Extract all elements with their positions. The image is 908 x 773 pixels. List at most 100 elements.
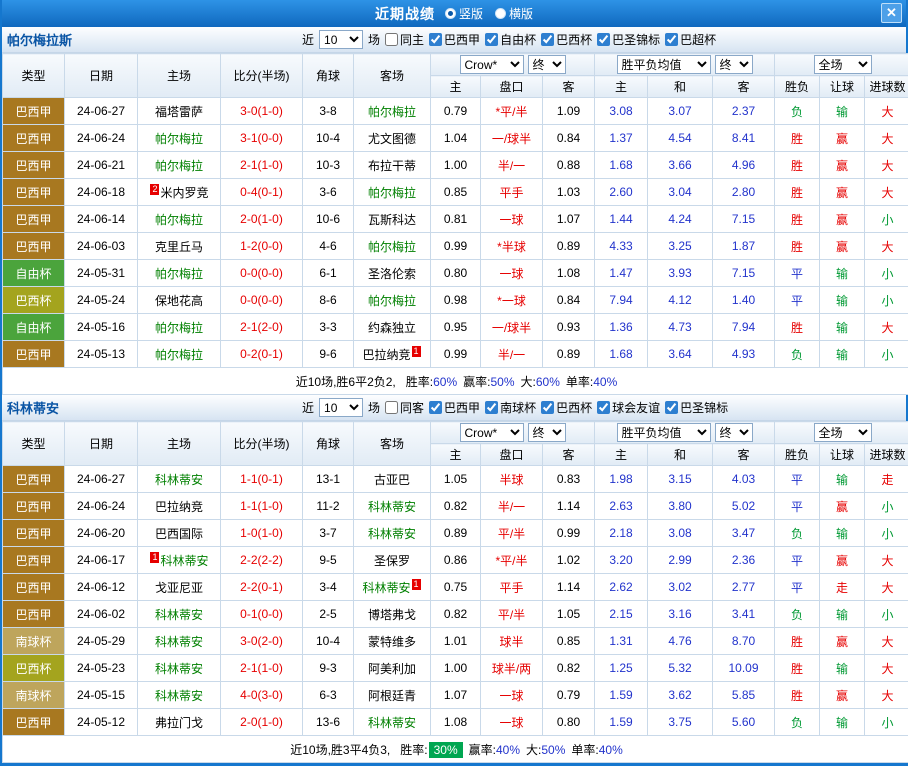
league-checkbox[interactable]: 巴西杯	[541, 399, 592, 416]
stage-select[interactable]: 终	[528, 55, 566, 74]
avg-draw-odds: 3.62	[648, 682, 713, 709]
team-name-text: 科林蒂安	[155, 689, 203, 703]
league-badge: 巴西甲	[3, 341, 65, 368]
league-checkbox-input[interactable]	[541, 401, 554, 414]
bookmaker-select[interactable]: Crow*	[460, 423, 524, 442]
same-venue-checkbox-input[interactable]	[385, 33, 398, 46]
away-team: 科林蒂安	[354, 493, 431, 520]
corner-score: 3-7	[303, 520, 354, 547]
team-name-text: 科林蒂安	[368, 716, 416, 730]
away-handicap-odds: 0.93	[543, 314, 595, 341]
match-date: 24-06-14	[65, 206, 138, 233]
team-name-text: 科林蒂安	[155, 473, 203, 487]
match-result-cell: 负	[775, 98, 820, 125]
same-venue-checkbox[interactable]: 同主	[385, 31, 424, 48]
handicap-line: 一/球半	[481, 314, 543, 341]
same-venue-checkbox[interactable]: 同客	[385, 399, 424, 416]
league-checkbox-input[interactable]	[485, 33, 498, 46]
avg-away-odds: 10.09	[713, 655, 775, 682]
avg-away-odds: 3.47	[713, 520, 775, 547]
away-handicap-odds: 0.99	[543, 520, 595, 547]
stage-select[interactable]: 终	[715, 55, 753, 74]
bookmaker-select[interactable]: Crow*	[460, 55, 524, 74]
league-checkbox-input[interactable]	[485, 401, 498, 414]
league-checkbox[interactable]: 南球杯	[485, 399, 536, 416]
avg-home-odds: 3.08	[595, 98, 648, 125]
handicap-result-cell: 走	[820, 574, 865, 601]
match-result-cell: 平	[775, 493, 820, 520]
column-header: 让球	[820, 444, 865, 466]
recent-count-select[interactable]: 10	[319, 398, 363, 417]
corner-score: 3-3	[303, 314, 354, 341]
team-name-text: 福塔雷萨	[155, 105, 203, 119]
close-icon: ✕	[886, 5, 897, 21]
league-checkbox[interactable]: 巴西杯	[541, 31, 592, 48]
league-checkbox[interactable]: 巴圣锦标	[665, 399, 728, 416]
league-checkbox-input[interactable]	[597, 33, 610, 46]
league-checkbox[interactable]: 巴圣锦标	[597, 31, 660, 48]
league-checkbox[interactable]: 巴西甲	[429, 31, 480, 48]
home-handicap-odds: 0.79	[431, 98, 481, 125]
goals-result-cell: 大	[865, 179, 908, 206]
scope-select[interactable]: 全场	[814, 55, 872, 74]
match-result-cell: 胜	[775, 206, 820, 233]
column-header: 客	[543, 76, 595, 98]
avg-away-odds: 2.77	[713, 574, 775, 601]
handicap-result-cell: 赢	[820, 493, 865, 520]
titlebar: 近期战绩 竖版 横版 ✕	[2, 0, 906, 27]
league-checkbox-input[interactable]	[429, 401, 442, 414]
league-checkbox[interactable]: 球会友谊	[597, 399, 660, 416]
avg-away-odds: 5.02	[713, 493, 775, 520]
same-venue-checkbox-input[interactable]	[385, 401, 398, 414]
scope-controls: 全场	[775, 422, 908, 444]
home-handicap-odds: 1.05	[431, 466, 481, 493]
goals-result-cell: 大	[865, 628, 908, 655]
layout-radio-vertical[interactable]: 竖版	[445, 5, 483, 22]
league-badge: 巴西甲	[3, 601, 65, 628]
away-handicap-odds: 0.80	[543, 709, 595, 736]
home-handicap-odds: 0.82	[431, 601, 481, 628]
recent-count-select[interactable]: 10	[319, 30, 363, 49]
away-handicap-odds: 1.02	[543, 547, 595, 574]
league-checkbox-input[interactable]	[597, 401, 610, 414]
avg-odds-select[interactable]: 胜平负均值	[617, 55, 711, 74]
league-checkbox[interactable]: 自由杯	[485, 31, 536, 48]
team-name-text: 巴拉纳竞	[362, 348, 410, 362]
league-checkbox-input[interactable]	[665, 401, 678, 414]
column-header: 主	[431, 444, 481, 466]
league-checkbox[interactable]: 巴西甲	[429, 399, 480, 416]
table-row: 巴西甲24-06-24巴拉纳竞1-1(1-0)11-2科林蒂安0.82半/一1.…	[3, 493, 908, 520]
avg-draw-odds: 3.80	[648, 493, 713, 520]
league-checkbox-input[interactable]	[541, 33, 554, 46]
goals-result-cell: 小	[865, 709, 908, 736]
league-badge: 巴西甲	[3, 206, 65, 233]
team-name-text: 弗拉门戈	[155, 716, 203, 730]
team-name-text: 科林蒂安	[155, 662, 203, 676]
stage-select[interactable]: 终	[715, 423, 753, 442]
match-result-cell: 胜	[775, 179, 820, 206]
league-checkbox-input[interactable]	[429, 33, 442, 46]
filter-controls: 近10场同客巴西甲南球杯巴西杯球会友谊巴圣锦标	[302, 398, 728, 417]
same-venue-label: 同主	[400, 31, 424, 48]
away-team: 尤文图德	[354, 125, 431, 152]
avg-odds-select[interactable]: 胜平负均值	[617, 423, 711, 442]
league-checkbox[interactable]: 巴超杯	[665, 31, 716, 48]
stage-select[interactable]: 终	[528, 423, 566, 442]
avg-draw-odds: 3.75	[648, 709, 713, 736]
team-name-text: 克里丘马	[155, 240, 203, 254]
radio-selected-icon	[445, 8, 456, 19]
layout-radio-horizontal[interactable]: 横版	[495, 5, 533, 22]
match-date: 24-06-21	[65, 152, 138, 179]
league-checkbox-input[interactable]	[665, 33, 678, 46]
goals-result-cell: 小	[865, 206, 908, 233]
red-card-badge: 2	[150, 184, 159, 195]
avg-draw-odds: 3.93	[648, 260, 713, 287]
handicap-line: 一球	[481, 260, 543, 287]
scope-select[interactable]: 全场	[814, 423, 872, 442]
team-section-header: 科林蒂安近10场同客巴西甲南球杯巴西杯球会友谊巴圣锦标	[2, 395, 906, 421]
handicap-line: 半/一	[481, 493, 543, 520]
avg-home-odds: 2.63	[595, 493, 648, 520]
match-date: 24-05-31	[65, 260, 138, 287]
handicap-result-cell: 输	[820, 314, 865, 341]
close-button[interactable]: ✕	[881, 3, 902, 23]
